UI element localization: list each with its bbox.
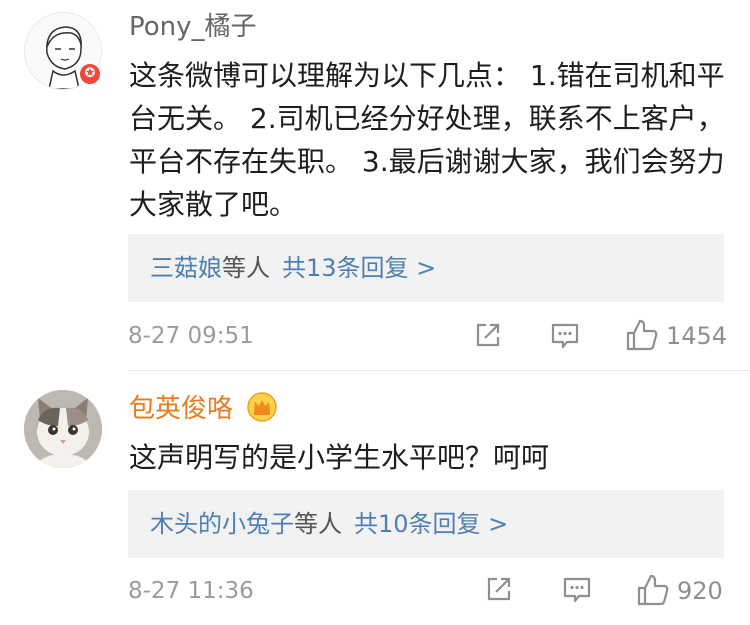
thumbs-up-icon <box>626 319 658 351</box>
replies-summary[interactable]: 木头的小兔子等人 共10条回复 > <box>128 490 724 558</box>
comment-text: 这条微博可以理解为以下几点： 1.错在司机和平台无关。 2.司机已经分好处理，联… <box>129 59 725 221</box>
comment-timestamp: 8-27 09:51 <box>128 323 254 349</box>
share-icon <box>476 323 500 347</box>
reply-mid-text: 等人 <box>222 254 270 282</box>
comment-item: ✪ Pony_橘子 这条微博可以理解为以下几点： 1.错在司机和平台无关。 2.… <box>0 0 750 370</box>
crown-icon <box>247 392 277 422</box>
comment-username[interactable]: 包英俊咯 <box>129 392 233 426</box>
reply-total-link[interactable]: 共10条回复 > <box>354 510 508 538</box>
comment-divider <box>128 370 750 371</box>
comment-button[interactable] <box>562 575 592 609</box>
like-count: 1454 <box>666 322 728 350</box>
reply-users[interactable]: 木头的小兔子 <box>150 510 294 538</box>
reply-mid-text: 等人 <box>294 510 342 538</box>
comment-button[interactable] <box>550 321 580 355</box>
comment-username[interactable]: Pony_橘子 <box>129 10 257 44</box>
like-button[interactable] <box>636 573 670 611</box>
cat-avatar-icon <box>24 390 102 468</box>
thumbs-up-icon <box>637 574 669 606</box>
comment-icon <box>551 323 579 349</box>
reply-total-link[interactable]: 共13条回复 > <box>282 254 436 282</box>
like-button[interactable] <box>625 318 659 356</box>
replies-summary[interactable]: 三菇娘等人 共13条回复 > <box>128 234 724 302</box>
avatar[interactable] <box>24 390 102 468</box>
share-button[interactable] <box>485 575 513 607</box>
like-count: 920 <box>677 577 723 605</box>
comment-text: 这声明写的是小学生水平吧？呵呵 <box>129 441 550 474</box>
share-icon <box>487 577 511 601</box>
comment-timestamp: 8-27 11:36 <box>128 578 254 604</box>
reply-users[interactable]: 三菇娘 <box>150 254 222 282</box>
verified-badge-icon: ✪ <box>78 62 102 86</box>
comment-icon <box>563 577 591 603</box>
comment-item: 包英俊咯 这声明写的是小学生水平吧？呵呵 木头的小兔子等人 共10条回复 > 8-… <box>0 372 750 625</box>
share-button[interactable] <box>474 321 502 353</box>
